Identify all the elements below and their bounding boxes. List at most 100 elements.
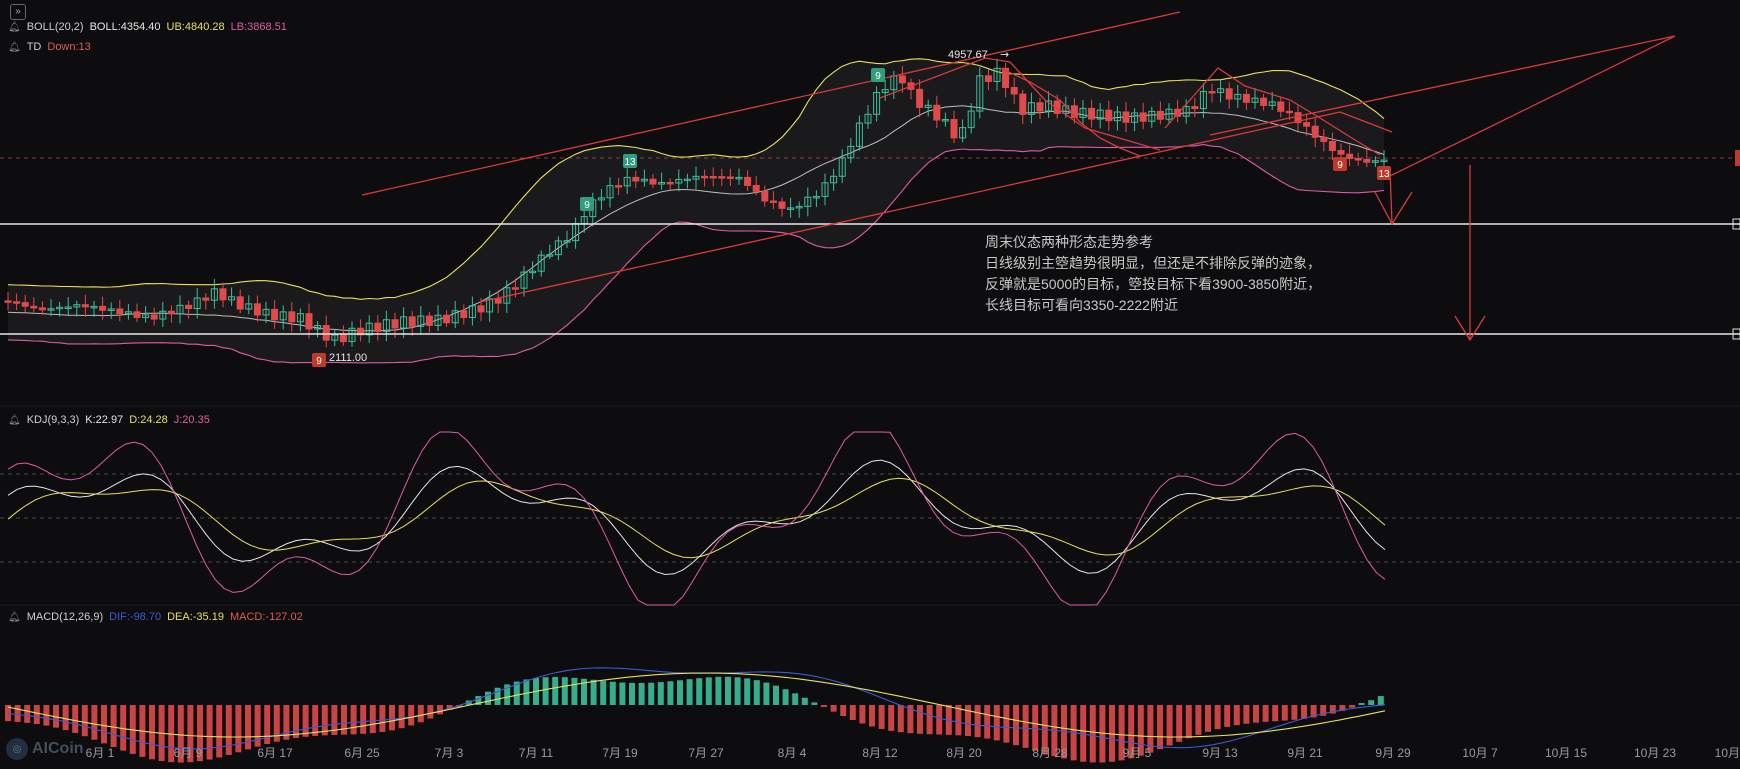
x-axis-tick-label: 9月 5 bbox=[1123, 746, 1152, 760]
bell-icon[interactable]: 🔔︎ bbox=[8, 415, 21, 426]
macd-bar bbox=[523, 679, 530, 705]
chart-canvas[interactable]: 4957.67 → ← 2111.00 91399913 6月 16月 96月 … bbox=[0, 0, 1740, 769]
candle bbox=[1337, 149, 1345, 155]
macd-bar bbox=[773, 685, 779, 705]
x-axis-tick-label: 8月 4 bbox=[778, 746, 807, 760]
macd-bar bbox=[1214, 705, 1221, 730]
candle bbox=[950, 119, 958, 139]
macd-bar bbox=[1003, 705, 1010, 743]
boll-lb-value: LB:3868.51 bbox=[230, 21, 287, 33]
candle bbox=[1285, 110, 1293, 114]
candle bbox=[271, 308, 279, 321]
candle bbox=[761, 190, 769, 202]
candle bbox=[511, 287, 519, 290]
macd-bar bbox=[629, 682, 635, 705]
candle bbox=[898, 75, 906, 84]
td-marker: 9 bbox=[580, 197, 594, 211]
boll-label[interactable]: BOLL(20,2) bbox=[27, 21, 84, 33]
candle bbox=[1328, 140, 1336, 151]
svg-text:2111.00: 2111.00 bbox=[329, 352, 367, 364]
candle bbox=[30, 305, 38, 309]
macd-bar bbox=[869, 705, 875, 727]
macd-bar bbox=[1291, 705, 1298, 720]
td-marker-label: 13 bbox=[624, 157, 636, 168]
candle bbox=[38, 307, 46, 311]
macd-dea-value: DEA:-35.19 bbox=[167, 611, 224, 623]
macd-bar bbox=[33, 705, 40, 725]
macd-bar bbox=[677, 680, 683, 705]
macd-bar bbox=[408, 705, 415, 726]
macd-bar bbox=[859, 705, 866, 724]
candle bbox=[1036, 102, 1044, 112]
macd-bar bbox=[830, 705, 837, 712]
macd-bar bbox=[600, 680, 607, 705]
x-axis-tick-label: 9月 13 bbox=[1202, 746, 1238, 760]
candle bbox=[769, 200, 777, 203]
macd-bar bbox=[341, 705, 347, 735]
macd-bar bbox=[1281, 705, 1288, 721]
macd-bar bbox=[571, 677, 578, 705]
macd-bar bbox=[734, 677, 741, 705]
macd-bar bbox=[81, 705, 88, 737]
x-axis-tick-label: 6月 25 bbox=[344, 746, 380, 760]
macd-bar bbox=[1243, 705, 1250, 724]
x-axis-tick-label: 7月 3 bbox=[435, 746, 464, 760]
td-marker: 13 bbox=[1377, 166, 1391, 180]
aicoin-logo: ◎ AICoin bbox=[6, 738, 84, 760]
candle bbox=[1019, 93, 1027, 115]
td-value: Down:13 bbox=[47, 41, 91, 53]
macd-bar bbox=[110, 705, 117, 748]
macd-bar bbox=[1377, 696, 1384, 705]
candle bbox=[1242, 93, 1250, 103]
x-axis-tick-label: 9月 21 bbox=[1287, 746, 1323, 760]
candle bbox=[1354, 157, 1362, 161]
macd-bar bbox=[1176, 705, 1183, 742]
candle bbox=[253, 303, 261, 316]
logo-text: AICoin bbox=[32, 740, 84, 757]
bell-icon[interactable]: 🔔︎ bbox=[8, 42, 21, 53]
candle bbox=[374, 322, 382, 332]
candle bbox=[13, 301, 21, 304]
candle bbox=[744, 176, 752, 186]
macd-bar bbox=[801, 697, 808, 705]
candle bbox=[1122, 111, 1130, 123]
x-axis-tick-label: 8月 20 bbox=[946, 746, 982, 760]
svg-text:4957.67: 4957.67 bbox=[948, 49, 988, 61]
candle bbox=[1174, 108, 1182, 117]
macd-bar bbox=[1022, 705, 1029, 748]
macd-bar bbox=[1262, 705, 1269, 722]
x-axis-tick-label: 8月 12 bbox=[862, 746, 898, 760]
x-axis-tick-label: 10月 23 bbox=[1634, 746, 1676, 760]
candle bbox=[778, 201, 786, 209]
macd-bar bbox=[293, 705, 299, 739]
analysis-note: 周末仪态两种形态走势参考 日线级别主箜趋势很明显，但还是不排除反弹的迹象，反弹就… bbox=[985, 234, 1322, 313]
macd-label[interactable]: MACD(12,26,9) bbox=[27, 611, 103, 623]
candle bbox=[718, 176, 726, 179]
candle bbox=[425, 315, 433, 326]
td-marker-label: 13 bbox=[1378, 169, 1390, 180]
macd-bar bbox=[235, 705, 242, 753]
bell-icon[interactable]: 🔔︎ bbox=[8, 612, 21, 623]
x-axis-tick-label: 10月 15 bbox=[1545, 746, 1587, 760]
double-chevron-right-icon[interactable]: » bbox=[10, 4, 26, 20]
candle bbox=[202, 297, 210, 301]
td-marker-label: 9 bbox=[875, 71, 881, 82]
td-marker: 9 bbox=[871, 68, 885, 82]
candle bbox=[1208, 91, 1216, 94]
bell-icon[interactable]: 🔔︎ bbox=[8, 22, 21, 33]
kdj-label[interactable]: KDJ(9,3,3) bbox=[27, 414, 80, 426]
macd-bar bbox=[542, 677, 549, 705]
boll-value: BOLL:4354.40 bbox=[89, 21, 161, 33]
kdj-j-value: J:20.35 bbox=[173, 414, 210, 426]
macd-bar bbox=[974, 705, 981, 738]
macd-bar bbox=[590, 679, 597, 705]
macd-dif-value: DIF:-98.70 bbox=[109, 611, 162, 623]
x-axis-tick-label: 6月 1 bbox=[86, 746, 115, 760]
candle bbox=[1225, 88, 1233, 100]
macd-bar bbox=[1185, 705, 1192, 739]
kdj-k-value: K:22.97 bbox=[85, 414, 124, 426]
macd-bar bbox=[705, 677, 712, 705]
td-label[interactable]: TD bbox=[27, 41, 42, 53]
x-axis-tick-label: 7月 27 bbox=[688, 746, 724, 760]
candle bbox=[288, 311, 296, 323]
